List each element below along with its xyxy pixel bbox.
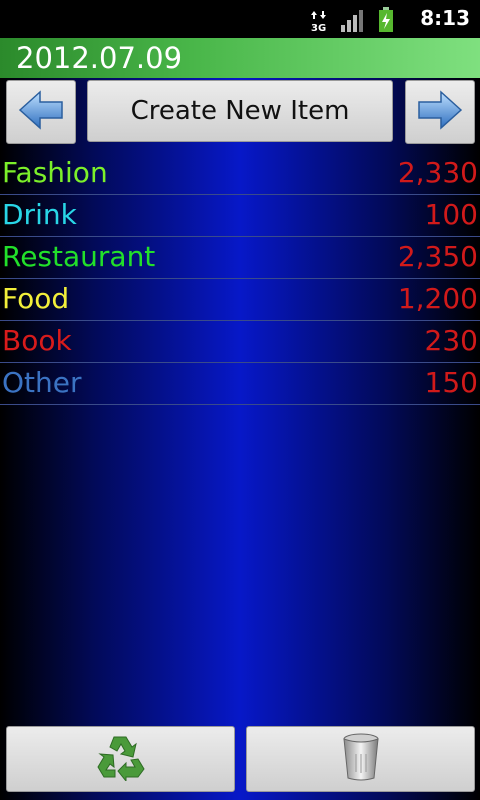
item-list: Fashion 2,330 Drink 100 Restaurant 2,350… <box>0 153 480 405</box>
item-name: Fashion <box>2 156 108 189</box>
list-item[interactable]: Drink 100 <box>0 195 480 237</box>
next-day-button[interactable] <box>405 80 475 144</box>
toolbar: Create New Item <box>0 78 480 146</box>
data-3g-icon: 3G <box>310 9 328 37</box>
trash-button[interactable] <box>246 726 475 792</box>
status-bar: 3G 8:13 <box>0 0 480 38</box>
battery-charging-icon <box>378 7 394 37</box>
item-name: Book <box>2 324 72 357</box>
recycle-icon <box>96 733 146 785</box>
list-item[interactable]: Fashion 2,330 <box>0 153 480 195</box>
item-name: Restaurant <box>2 240 156 273</box>
trash-can-icon <box>340 732 382 786</box>
item-name: Other <box>2 366 82 399</box>
svg-text:3G: 3G <box>311 23 326 33</box>
item-name: Food <box>2 282 70 315</box>
recycle-button[interactable] <box>6 726 235 792</box>
item-amount: 2,330 <box>397 156 478 189</box>
arrow-left-icon <box>18 90 64 134</box>
date-header: 2012.07.09 <box>0 38 480 78</box>
clock: 8:13 <box>420 6 470 30</box>
create-new-item-button[interactable]: Create New Item <box>87 80 393 142</box>
status-icons: 3G <box>310 7 394 37</box>
previous-day-button[interactable] <box>6 80 76 144</box>
list-item[interactable]: Food 1,200 <box>0 279 480 321</box>
item-amount: 1,200 <box>397 282 478 315</box>
item-amount: 2,350 <box>397 240 478 273</box>
item-amount: 100 <box>424 198 478 231</box>
arrow-right-icon <box>417 90 463 134</box>
signal-icon <box>340 9 366 37</box>
list-item[interactable]: Book 230 <box>0 321 480 363</box>
list-item[interactable]: Other 150 <box>0 363 480 405</box>
item-amount: 230 <box>424 324 478 357</box>
date-title: 2012.07.09 <box>16 41 183 75</box>
item-amount: 150 <box>424 366 478 399</box>
item-name: Drink <box>2 198 77 231</box>
list-item[interactable]: Restaurant 2,350 <box>0 237 480 279</box>
bottom-toolbar <box>0 724 480 800</box>
